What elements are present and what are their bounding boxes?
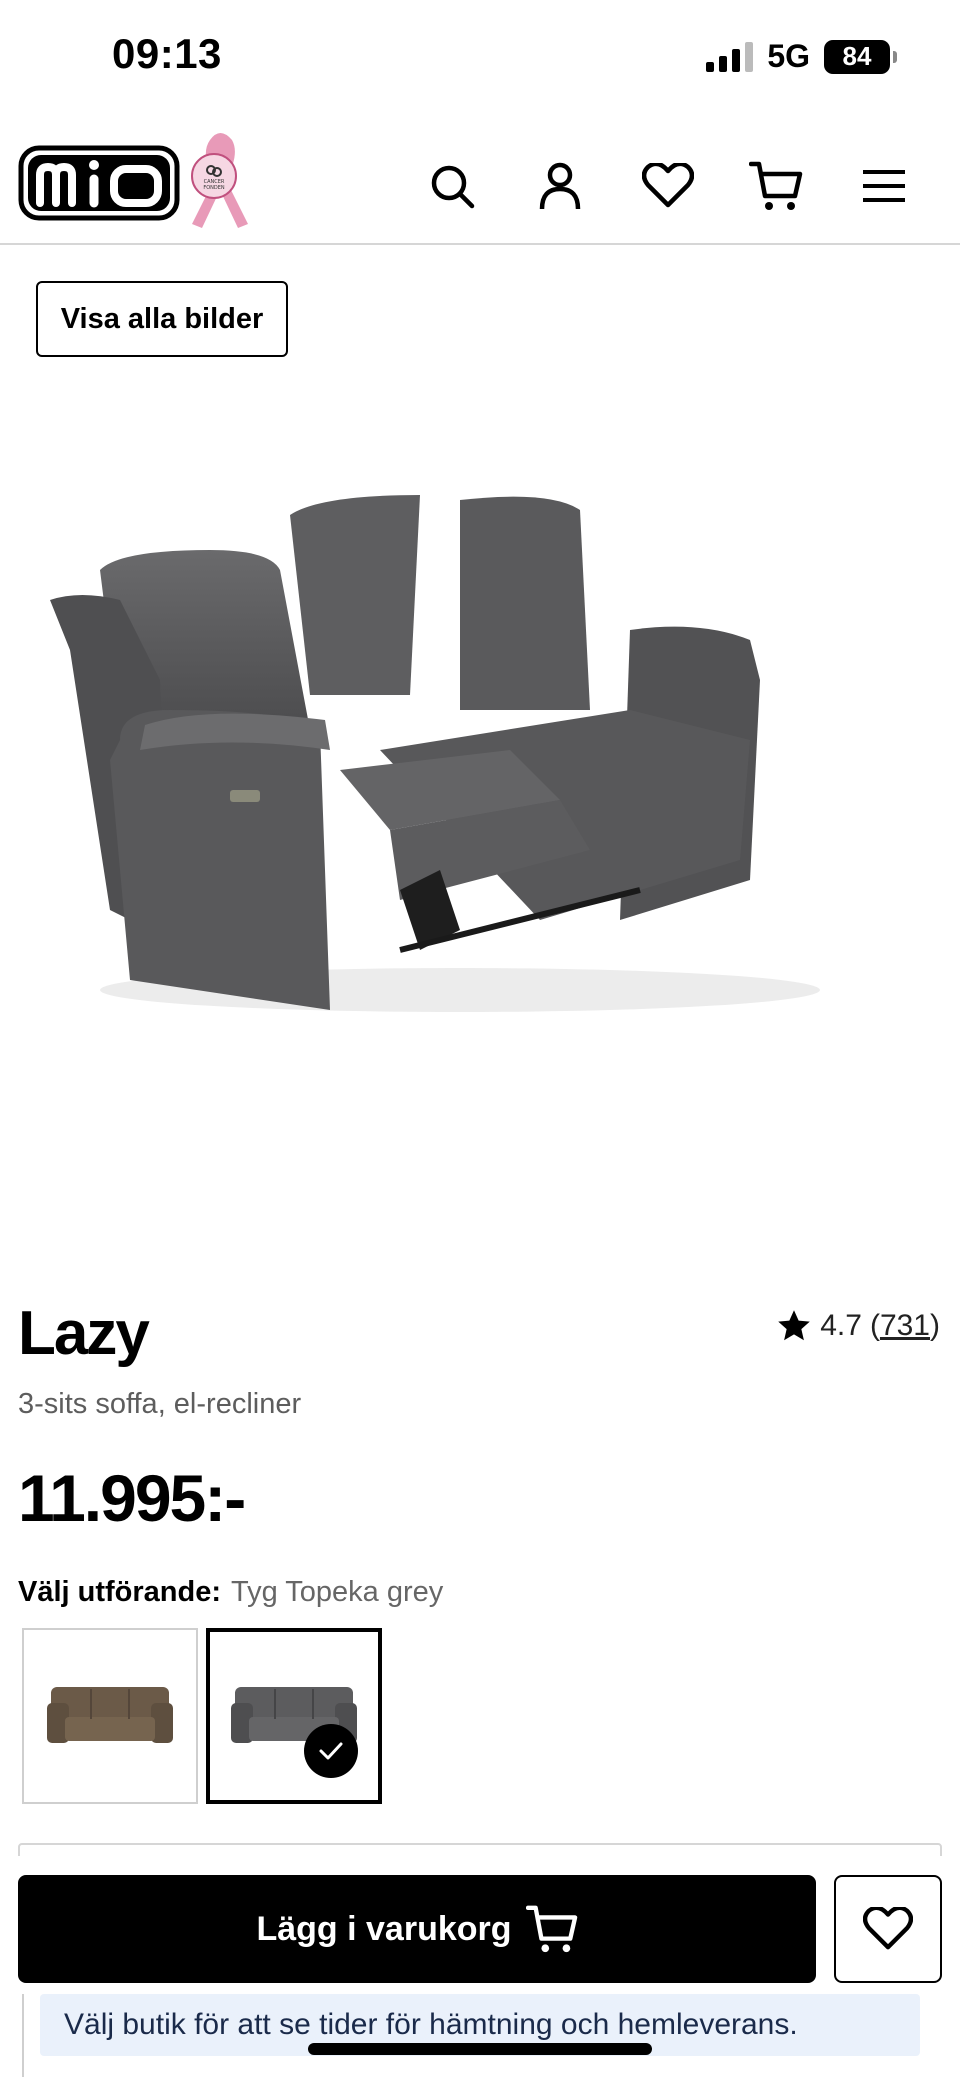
add-to-wishlist-button[interactable] [834, 1875, 942, 1983]
battery-level: 84 [842, 41, 872, 71]
cart-icon [525, 1905, 577, 1953]
status-indicators: 5G 84 [706, 38, 897, 75]
variant-selected-value: Tyg Topeka grey [231, 1576, 444, 1608]
home-indicator[interactable] [308, 2043, 652, 2055]
product-subtitle: 3-sits soffa, el-recliner [18, 1388, 302, 1420]
variant-swatch-grey[interactable] [206, 1628, 382, 1804]
svg-text:FONDEN: FONDEN [203, 185, 225, 191]
cart-icon[interactable] [722, 151, 830, 221]
selected-check-icon [304, 1724, 358, 1778]
show-all-images-button[interactable]: Visa alla bilder [36, 281, 288, 357]
heart-icon[interactable] [614, 151, 722, 221]
sofa-thumbnail-brown [47, 1687, 173, 1743]
status-time: 09:13 [112, 30, 222, 77]
user-icon[interactable] [506, 151, 614, 221]
add-to-cart-button[interactable]: Lägg i varukorg [18, 1875, 816, 1983]
network-type: 5G [767, 38, 810, 74]
variant-swatches [22, 1628, 382, 1804]
product-price: 11.995:- [18, 1461, 246, 1535]
menu-icon[interactable] [830, 151, 938, 221]
rating-value: 4.7 [820, 1309, 862, 1342]
variant-swatch-brown[interactable] [22, 1628, 198, 1804]
status-bar: 09:13 5G 84 [0, 0, 960, 115]
divider [22, 1994, 24, 2077]
rating-count-wrapper[interactable]: (731) [870, 1309, 940, 1343]
cancerfonden-ribbon-logo: CANCER FONDEN [188, 130, 250, 235]
product-rating[interactable]: 4.7 (731) [776, 1308, 940, 1344]
signal-icon [706, 41, 754, 72]
product-title: Lazy [18, 1299, 150, 1368]
add-to-cart-label: Lägg i varukorg [256, 1909, 512, 1948]
search-icon[interactable] [398, 151, 506, 221]
site-header: CANCER FONDEN [0, 115, 960, 245]
mio-logo[interactable] [18, 145, 180, 226]
star-icon [778, 1310, 810, 1341]
variant-selector-label: Välj utförande: Tyg Topeka grey [18, 1576, 443, 1609]
heart-icon [863, 1907, 913, 1950]
product-image[interactable] [40, 470, 860, 1030]
variant-label-text: Välj utförande: [18, 1576, 222, 1608]
battery-icon: 84 [824, 39, 897, 74]
header-actions [398, 151, 938, 221]
rating-count-link[interactable]: 731 [880, 1309, 930, 1342]
